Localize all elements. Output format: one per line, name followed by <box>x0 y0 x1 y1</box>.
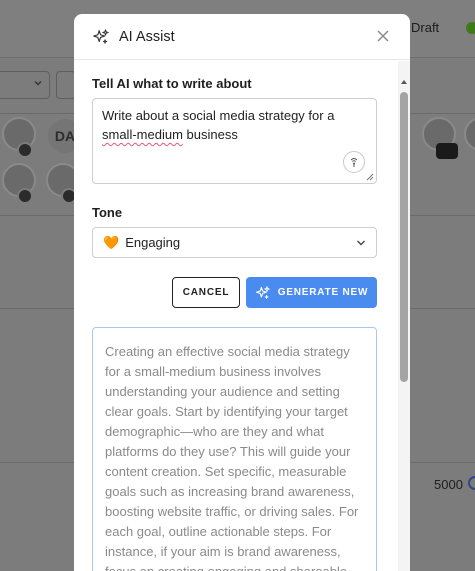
reddit-badge-icon <box>17 142 33 158</box>
generated-result-textarea[interactable]: Creating an effective social media strat… <box>92 327 377 571</box>
tone-select[interactable]: 🧡 Engaging <box>92 227 377 258</box>
draft-status-label: Draft <box>411 20 440 35</box>
sparkle-icon <box>255 285 270 299</box>
progress-ring-icon <box>468 476 475 490</box>
scroll-up-arrow-icon[interactable] <box>400 79 408 85</box>
modal-body: Tell AI what to write about Write about … <box>74 61 410 571</box>
chevron-down-icon <box>357 240 365 246</box>
generate-new-label: GENERATE NEW <box>277 287 369 298</box>
tone-value: Engaging <box>125 235 181 250</box>
microphone-icon <box>350 158 358 167</box>
modal-header: AI Assist <box>74 14 410 60</box>
background-select <box>0 71 50 99</box>
prompt-misspelled-word: small-medium <box>102 127 183 142</box>
status-dot-icon <box>466 22 475 34</box>
sparkle-icon <box>93 28 109 44</box>
microphone-button[interactable] <box>343 151 365 173</box>
modal-scrollbar[interactable] <box>398 61 410 571</box>
close-icon[interactable] <box>376 29 390 43</box>
chevron-down-icon <box>34 81 42 86</box>
mastodon-badge-icon <box>17 188 33 204</box>
youtube-badge-icon <box>436 143 458 159</box>
character-counter: 5000 <box>434 477 463 492</box>
ai-assist-modal: AI Assist Tell AI what to write about Wr… <box>74 14 410 571</box>
prompt-label: Tell AI what to write about <box>92 76 252 91</box>
scrollbar-thumb[interactable] <box>400 92 408 382</box>
avatar <box>464 117 475 151</box>
prompt-text-line2: business <box>182 127 238 142</box>
generate-new-button[interactable]: GENERATE NEW <box>246 277 377 308</box>
background-search <box>56 71 76 99</box>
modal-title: AI Assist <box>119 28 175 45</box>
tone-label: Tone <box>92 205 123 220</box>
resize-handle-icon[interactable] <box>366 173 374 181</box>
cancel-button[interactable]: CANCEL <box>172 277 240 308</box>
generated-result-text: Creating an effective social media strat… <box>105 344 359 571</box>
tone-emoji: 🧡 <box>103 234 120 250</box>
prompt-textarea[interactable]: Write about a social media strategy for … <box>92 98 377 184</box>
prompt-text-line1: Write about a social media strategy for … <box>102 108 335 123</box>
